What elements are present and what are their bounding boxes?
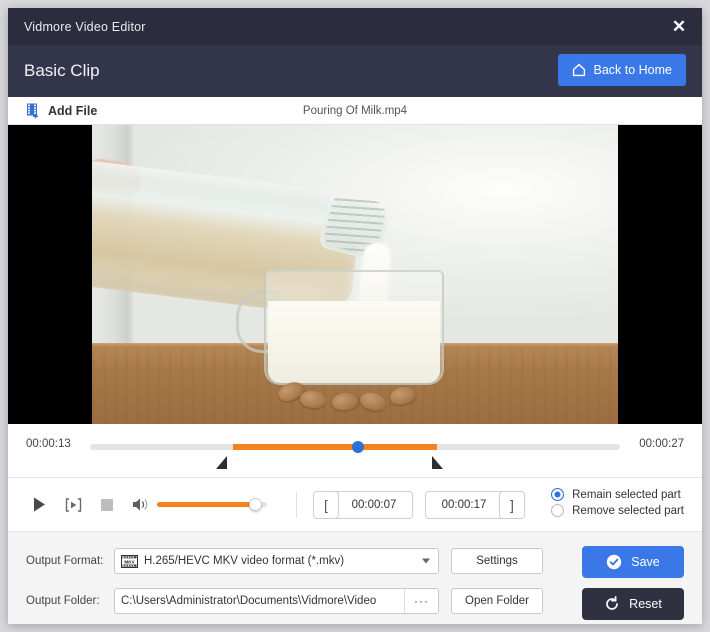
save-button[interactable]: Save: [582, 546, 684, 578]
bracket-open-icon[interactable]: [: [313, 491, 339, 519]
reset-label: Reset: [629, 597, 662, 611]
current-file-name: Pouring Of Milk.mp4: [8, 105, 702, 117]
output-format-value: H.265/HEVC MKV video format (*.mkv): [144, 555, 344, 567]
output-folder-label: Output Folder:: [26, 595, 114, 607]
svg-text:MKV: MKV: [124, 559, 135, 564]
trim-time-group: [ ]: [313, 491, 525, 519]
close-icon[interactable]: ✕: [656, 8, 702, 45]
timeline-track[interactable]: [90, 444, 620, 450]
trim-end-handle[interactable]: [432, 456, 443, 469]
frame-step-button[interactable]: [60, 492, 86, 518]
add-file-label: Add File: [48, 104, 97, 118]
timeline-bar: 00:00:13 00:00:27: [8, 424, 702, 478]
volume-slider[interactable]: [157, 502, 267, 507]
save-label: Save: [631, 555, 660, 569]
title-bar: Vidmore Video Editor ✕: [8, 8, 702, 45]
action-buttons: Save Reset: [582, 546, 684, 620]
trim-start-handle[interactable]: [216, 456, 227, 469]
radio-button-off[interactable]: [551, 504, 564, 517]
clip-end-input[interactable]: [425, 491, 503, 519]
chevron-down-icon[interactable]: [422, 559, 430, 564]
browse-folder-button[interactable]: ···: [404, 589, 438, 613]
timeline-start-time: 00:00:13: [26, 438, 71, 450]
play-button[interactable]: [26, 492, 52, 518]
video-preview[interactable]: [8, 125, 702, 424]
refresh-ccw-icon: [604, 596, 620, 612]
volume-slider-thumb[interactable]: [249, 498, 262, 511]
back-to-home-button[interactable]: Back to Home: [558, 54, 686, 86]
frame-step-icon: [65, 498, 82, 512]
scene-mug-milk: [268, 301, 440, 383]
timeline-playhead[interactable]: [352, 441, 364, 453]
page-title: Basic Clip: [24, 61, 100, 81]
clip-end-group: ]: [425, 491, 525, 519]
stop-icon: [101, 499, 113, 511]
output-panel: Output Format: MKV: [8, 532, 702, 624]
page-header: Basic Clip Back to Home: [8, 45, 702, 97]
open-folder-button[interactable]: Open Folder: [451, 588, 543, 614]
radio-remove-selected-part[interactable]: Remove selected part: [551, 504, 684, 517]
controls-divider: [296, 492, 297, 518]
volume-control[interactable]: [132, 497, 267, 512]
clip-start-group: [: [313, 491, 413, 519]
bracket-close-icon[interactable]: ]: [499, 491, 525, 519]
output-folder-input[interactable]: [115, 589, 404, 613]
stop-button[interactable]: [94, 492, 120, 518]
app-title: Vidmore Video Editor: [24, 20, 146, 34]
film-plus-icon: [26, 103, 41, 119]
radio-button-on[interactable]: [551, 488, 564, 501]
volume-slider-fill: [157, 502, 254, 507]
clip-start-input[interactable]: [335, 491, 413, 519]
reset-button[interactable]: Reset: [582, 588, 684, 620]
radio-label: Remain selected part: [572, 489, 681, 501]
timeline-end-time: 00:00:27: [639, 438, 684, 450]
add-file-button[interactable]: Add File: [8, 103, 97, 119]
volume-icon[interactable]: [132, 497, 149, 512]
back-to-home-label: Back to Home: [593, 63, 672, 77]
video-frame: [92, 125, 618, 424]
scene-mug: [264, 270, 444, 385]
radio-label: Remove selected part: [572, 505, 684, 517]
settings-button[interactable]: Settings: [451, 548, 543, 574]
check-circle-icon: [606, 554, 622, 570]
output-folder-field[interactable]: ···: [114, 588, 439, 614]
playback-controls: [ ] Remain selected part Remove selected…: [8, 478, 702, 532]
home-icon: [572, 63, 586, 77]
output-format-label: Output Format:: [26, 555, 114, 567]
play-icon: [33, 497, 46, 512]
selection-mode-group: Remain selected part Remove selected par…: [551, 488, 684, 517]
mkv-film-icon: MKV: [121, 555, 138, 568]
output-format-select[interactable]: MKV H.265/HEVC MKV video format (*.mkv): [114, 548, 439, 574]
radio-remain-selected-part[interactable]: Remain selected part: [551, 488, 684, 501]
timeline-selection[interactable]: [233, 444, 437, 450]
app-window: Vidmore Video Editor ✕ Basic Clip Back t…: [8, 8, 702, 624]
file-bar: Add File Pouring Of Milk.mp4: [8, 97, 702, 125]
